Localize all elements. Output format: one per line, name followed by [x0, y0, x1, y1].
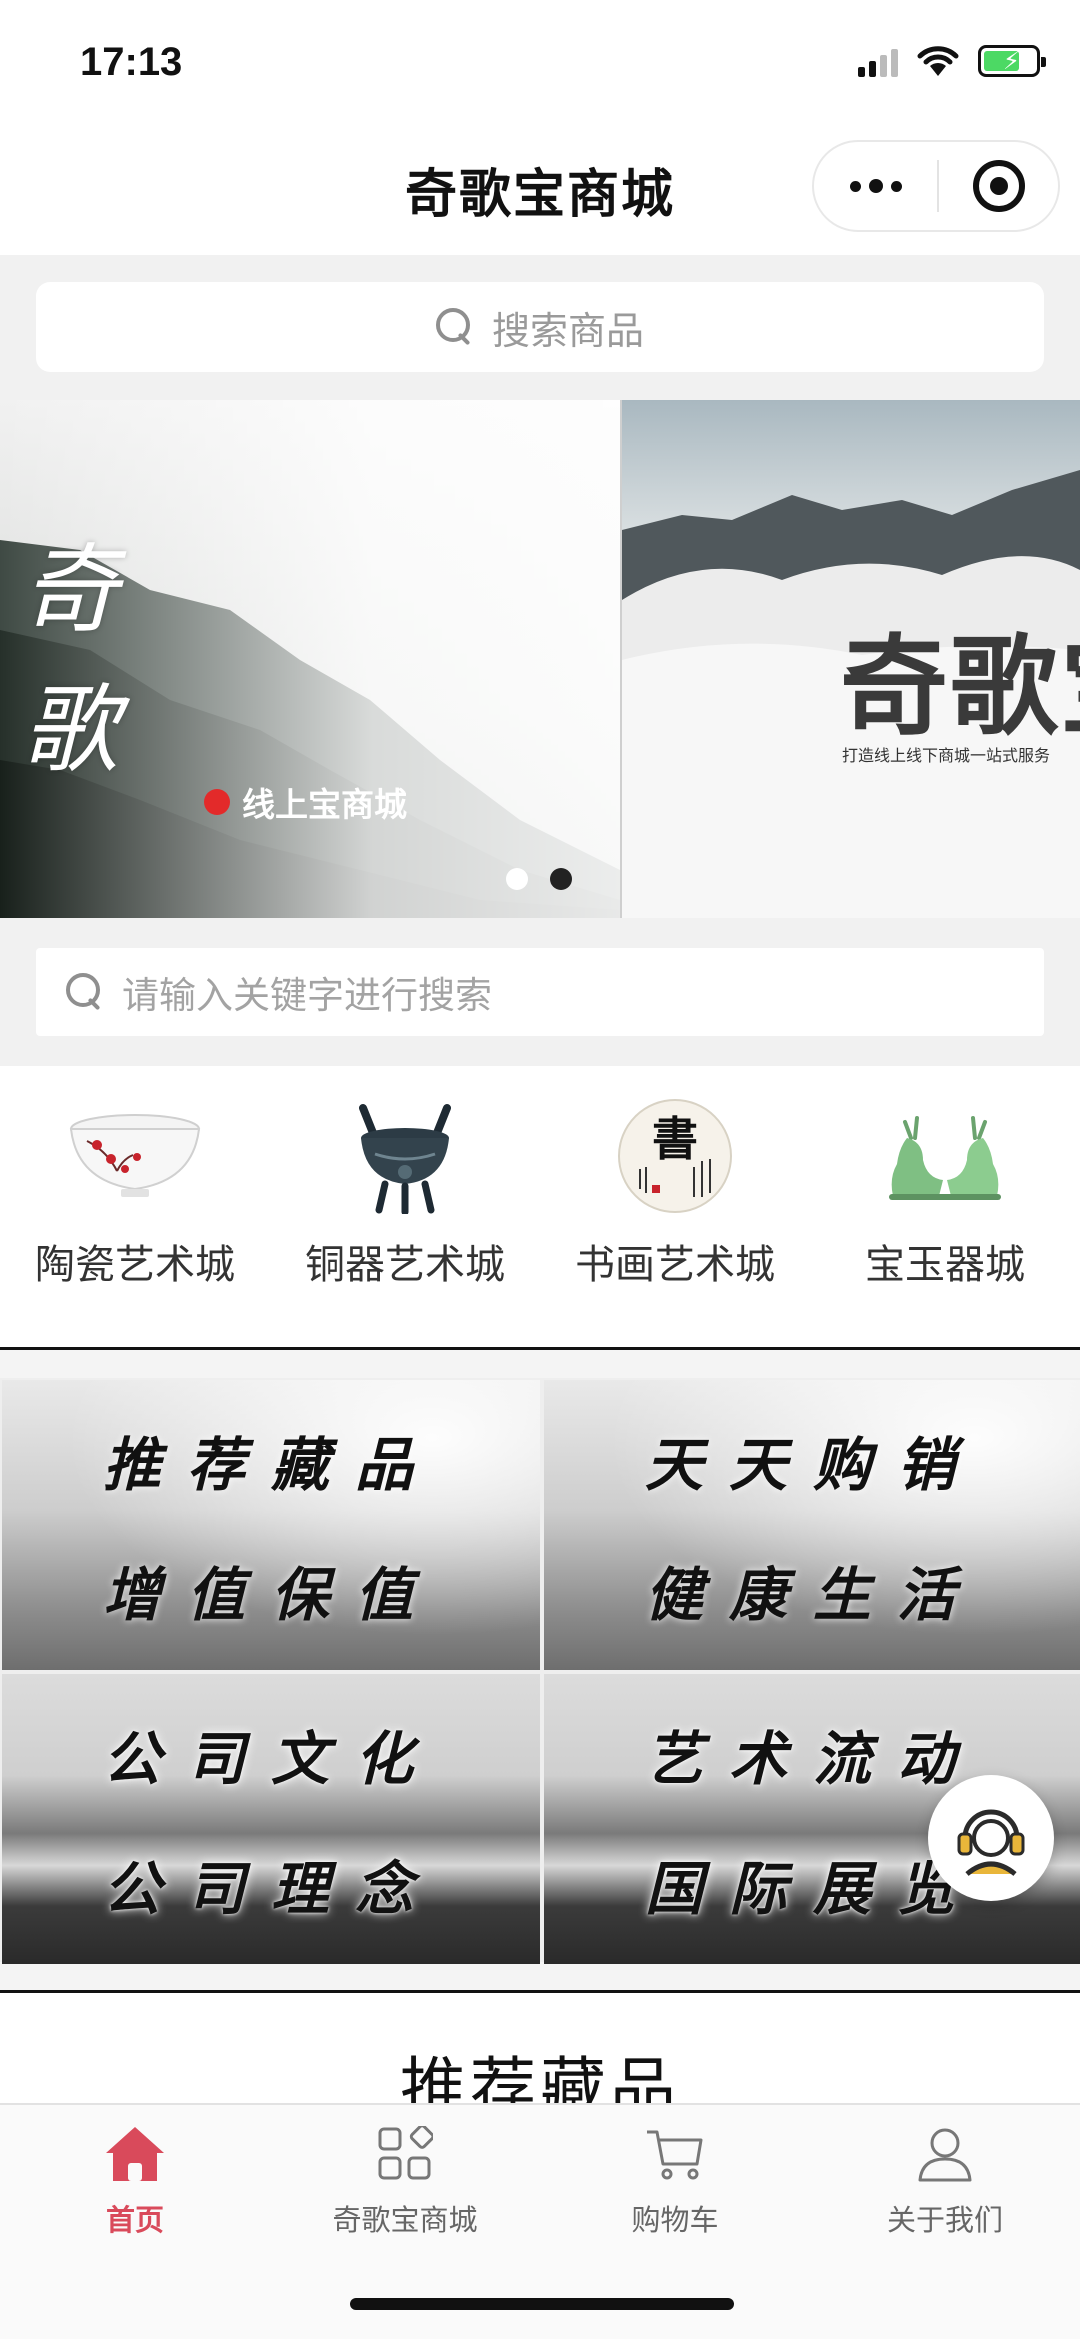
banner-carousel[interactable]: 奇歌 线上宝商城 奇歌宝 打造线上线 [0, 400, 1080, 918]
close-button[interactable] [939, 142, 1058, 230]
customer-service-button[interactable] [928, 1775, 1054, 1901]
feature-tile-line: 天天购销 [644, 1431, 981, 1499]
title-bar: 奇歌宝商城 [0, 130, 1080, 255]
category-label: 宝玉器城 [865, 1242, 1025, 1288]
tab-label: 首页 [105, 2203, 164, 2237]
category-label: 铜器艺术城 [305, 1242, 505, 1288]
jade-deer-icon [875, 1096, 1015, 1216]
category-label: 陶瓷艺术城 [35, 1242, 235, 1288]
category-bronze[interactable]: 铜器艺术城 [280, 1066, 530, 1347]
signal-icon [858, 45, 898, 77]
grid-icon [370, 2119, 440, 2189]
feature-tile-company-culture[interactable]: 公司文化 公司理念 [2, 1674, 540, 1964]
carousel-indicator [506, 868, 572, 890]
tab-cart[interactable]: 购物车 [555, 2119, 795, 2239]
app-screen: 17:13 ⚡ 奇歌宝商城 搜索商品 奇歌 线上宝商城 奇歌 打造线上线下商城一… [0, 0, 1080, 2339]
bronze-censer-icon [335, 1096, 475, 1216]
banner-slide-1-tag: 线上宝商城 [204, 778, 407, 826]
category-row: 陶瓷艺术城 铜器艺术城 書 书画艺术城 宝玉器城 [0, 1066, 1080, 1350]
status-time: 17:13 [80, 40, 183, 84]
feature-tile-daily-trade[interactable]: 天天购销 健康生活 [544, 1380, 1080, 1670]
feature-tile-line: 公司文化 [102, 1725, 439, 1793]
feature-tile-collectibles[interactable]: 推荐藏品 增值保值 [2, 1380, 540, 1670]
keyword-search-placeholder: 请输入关键字进行搜索 [122, 974, 492, 1017]
top-search-area: 搜索商品 [0, 255, 1080, 400]
banner-slide-2-subtitle: 打造线上线下商城一站式服务 [842, 746, 1051, 765]
wifi-icon [917, 46, 959, 76]
feature-tile-line: 艺术流动 [644, 1725, 981, 1793]
tab-label: 奇歌宝商城 [332, 2203, 478, 2237]
tab-mall[interactable]: 奇歌宝商城 [285, 2119, 525, 2239]
carousel-dot-2[interactable] [550, 868, 572, 890]
feature-tile-line: 增值保值 [102, 1561, 439, 1629]
red-dot-icon [204, 789, 230, 815]
keyword-search-input[interactable]: 请输入关键字进行搜索 [36, 948, 1044, 1036]
tab-home[interactable]: 首页 [15, 2119, 255, 2239]
status-bar: 17:13 ⚡ [0, 0, 1080, 130]
bottom-tab-bar: 首页 奇歌宝商城 购物车 关于我们 [0, 2103, 1080, 2339]
user-icon [910, 2119, 980, 2189]
recommended-section: 推荐藏品 [0, 1993, 1080, 2127]
svg-text:書: 書 [652, 1112, 698, 1166]
carousel-dot-1[interactable] [506, 868, 528, 890]
category-porcelain[interactable]: 陶瓷艺术城 [10, 1066, 260, 1347]
battery-icon: ⚡ [978, 45, 1046, 77]
feature-grid: 推荐藏品 增值保值 天天购销 健康生活 公司文化 公司理念 艺术流动 国际展览 [0, 1378, 1080, 1964]
keyword-search-area: 请输入关键字进行搜索 [0, 918, 1080, 1066]
banner-slide-1-title: 奇歌 [22, 534, 118, 786]
category-calligraphy[interactable]: 書 书画艺术城 [550, 1066, 800, 1347]
tab-label: 购物车 [631, 2203, 719, 2237]
feature-tile-line: 推荐藏品 [102, 1431, 439, 1499]
headset-agent-icon [957, 1809, 1025, 1876]
more-menu-button[interactable] [814, 142, 937, 230]
tab-about[interactable]: 关于我们 [825, 2119, 1065, 2239]
cart-icon [640, 2119, 710, 2189]
search-icon [435, 308, 474, 346]
category-label: 书画艺术城 [575, 1242, 775, 1288]
banner-slide-2[interactable]: 奇歌宝 打造线上线下商城一站式服务 [622, 400, 1080, 918]
category-jade[interactable]: 宝玉器城 [820, 1066, 1070, 1347]
banner-slide-1[interactable]: 奇歌 线上宝商城 [0, 400, 620, 918]
feature-tile-line: 公司理念 [102, 1855, 439, 1923]
mini-program-capsule [812, 140, 1060, 232]
search-input[interactable]: 搜索商品 [36, 282, 1044, 372]
banner-slide-1-tag-text: 线上宝商城 [242, 785, 407, 824]
status-icons: ⚡ [858, 44, 1046, 78]
home-icon [100, 2119, 170, 2189]
porcelain-bowl-icon [65, 1096, 205, 1216]
search-icon [66, 973, 104, 1011]
search-placeholder: 搜索商品 [491, 308, 644, 353]
tab-label: 关于我们 [886, 2203, 1003, 2237]
banner-slide-2-title: 奇歌宝 [840, 625, 1080, 750]
feature-tile-line: 健康生活 [644, 1561, 981, 1629]
home-indicator [350, 2298, 734, 2310]
calligraphy-icon: 書 [605, 1096, 745, 1216]
close-target-icon [972, 160, 1025, 212]
